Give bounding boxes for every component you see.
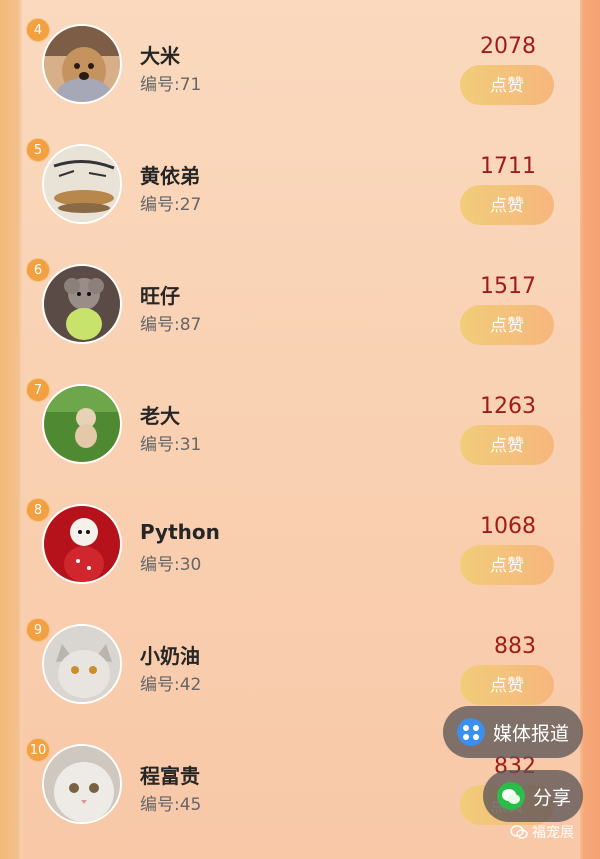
like-button[interactable]: 点赞: [460, 665, 554, 705]
pet-number: 编号:31: [140, 435, 202, 455]
avatar[interactable]: [42, 24, 122, 104]
vote-count: 883: [494, 634, 536, 659]
avatar[interactable]: [42, 744, 122, 824]
media-report-button[interactable]: 媒体报道: [443, 706, 583, 758]
pet-number: 编号:30: [140, 555, 202, 575]
media-report-icon: [457, 718, 485, 746]
list-item: 5 黄依弟 编号:27 1711 点赞: [22, 120, 580, 240]
rank-badge: 9: [26, 618, 50, 642]
avatar[interactable]: [42, 144, 122, 224]
pet-name: 黄依弟: [140, 164, 200, 188]
pet-name: Python: [140, 520, 220, 544]
share-label: 分享: [533, 786, 572, 809]
pet-name: 大米: [140, 44, 180, 68]
list-item: 7 老大 编号:31 1263 点赞: [22, 360, 580, 480]
wechat-watermark-icon: [510, 825, 528, 839]
vote-count: 1711: [480, 154, 536, 179]
avatar-wrap: 10: [26, 738, 122, 824]
rank-badge: 6: [26, 258, 50, 282]
avatar[interactable]: [42, 504, 122, 584]
avatar[interactable]: [42, 624, 122, 704]
like-button[interactable]: 点赞: [460, 305, 554, 345]
vote-count: 1263: [480, 394, 536, 419]
watermark-text: 福宠展: [532, 825, 574, 841]
avatar[interactable]: [42, 264, 122, 344]
avatar-wrap: 5: [26, 138, 122, 224]
avatar-wrap: 8: [26, 498, 122, 584]
pet-name: 程富贵: [140, 764, 200, 788]
like-button[interactable]: 点赞: [460, 65, 554, 105]
avatar-wrap: 6: [26, 258, 122, 344]
rank-badge: 10: [26, 738, 50, 762]
pet-name: 旺仔: [140, 284, 180, 308]
avatar-wrap: 7: [26, 378, 122, 464]
rank-badge: 4: [26, 18, 50, 42]
list-item: 8 Python 编号:30 1068 点赞: [22, 480, 580, 600]
pet-number: 编号:27: [140, 195, 202, 215]
watermark: 福宠展: [510, 822, 574, 842]
rank-badge: 7: [26, 378, 50, 402]
list-item: 9 小奶油 编号:42 883 点赞: [22, 600, 580, 720]
pet-number: 编号:87: [140, 315, 202, 335]
avatar[interactable]: [42, 384, 122, 464]
pet-number: 编号:71: [140, 75, 202, 95]
list-item: 4 大米 编号:71 2078 点赞: [22, 0, 580, 120]
pet-number: 编号:45: [140, 795, 202, 815]
rank-badge: 5: [26, 138, 50, 162]
like-button[interactable]: 点赞: [460, 185, 554, 225]
like-button[interactable]: 点赞: [460, 545, 554, 585]
like-button[interactable]: 点赞: [460, 425, 554, 465]
pet-number: 编号:42: [140, 675, 202, 695]
wechat-icon: [497, 782, 525, 810]
vote-count: 1517: [480, 274, 536, 299]
avatar-wrap: 4: [26, 18, 122, 104]
share-button[interactable]: 分享: [483, 770, 583, 822]
pet-name: 小奶油: [140, 644, 200, 668]
rank-badge: 8: [26, 498, 50, 522]
vote-count: 2078: [480, 34, 536, 59]
list-item: 6 旺仔 编号:87 1517 点赞: [22, 240, 580, 360]
avatar-wrap: 9: [26, 618, 122, 704]
media-report-label: 媒体报道: [493, 722, 570, 745]
pet-name: 老大: [140, 404, 180, 428]
vote-count: 1068: [480, 514, 536, 539]
